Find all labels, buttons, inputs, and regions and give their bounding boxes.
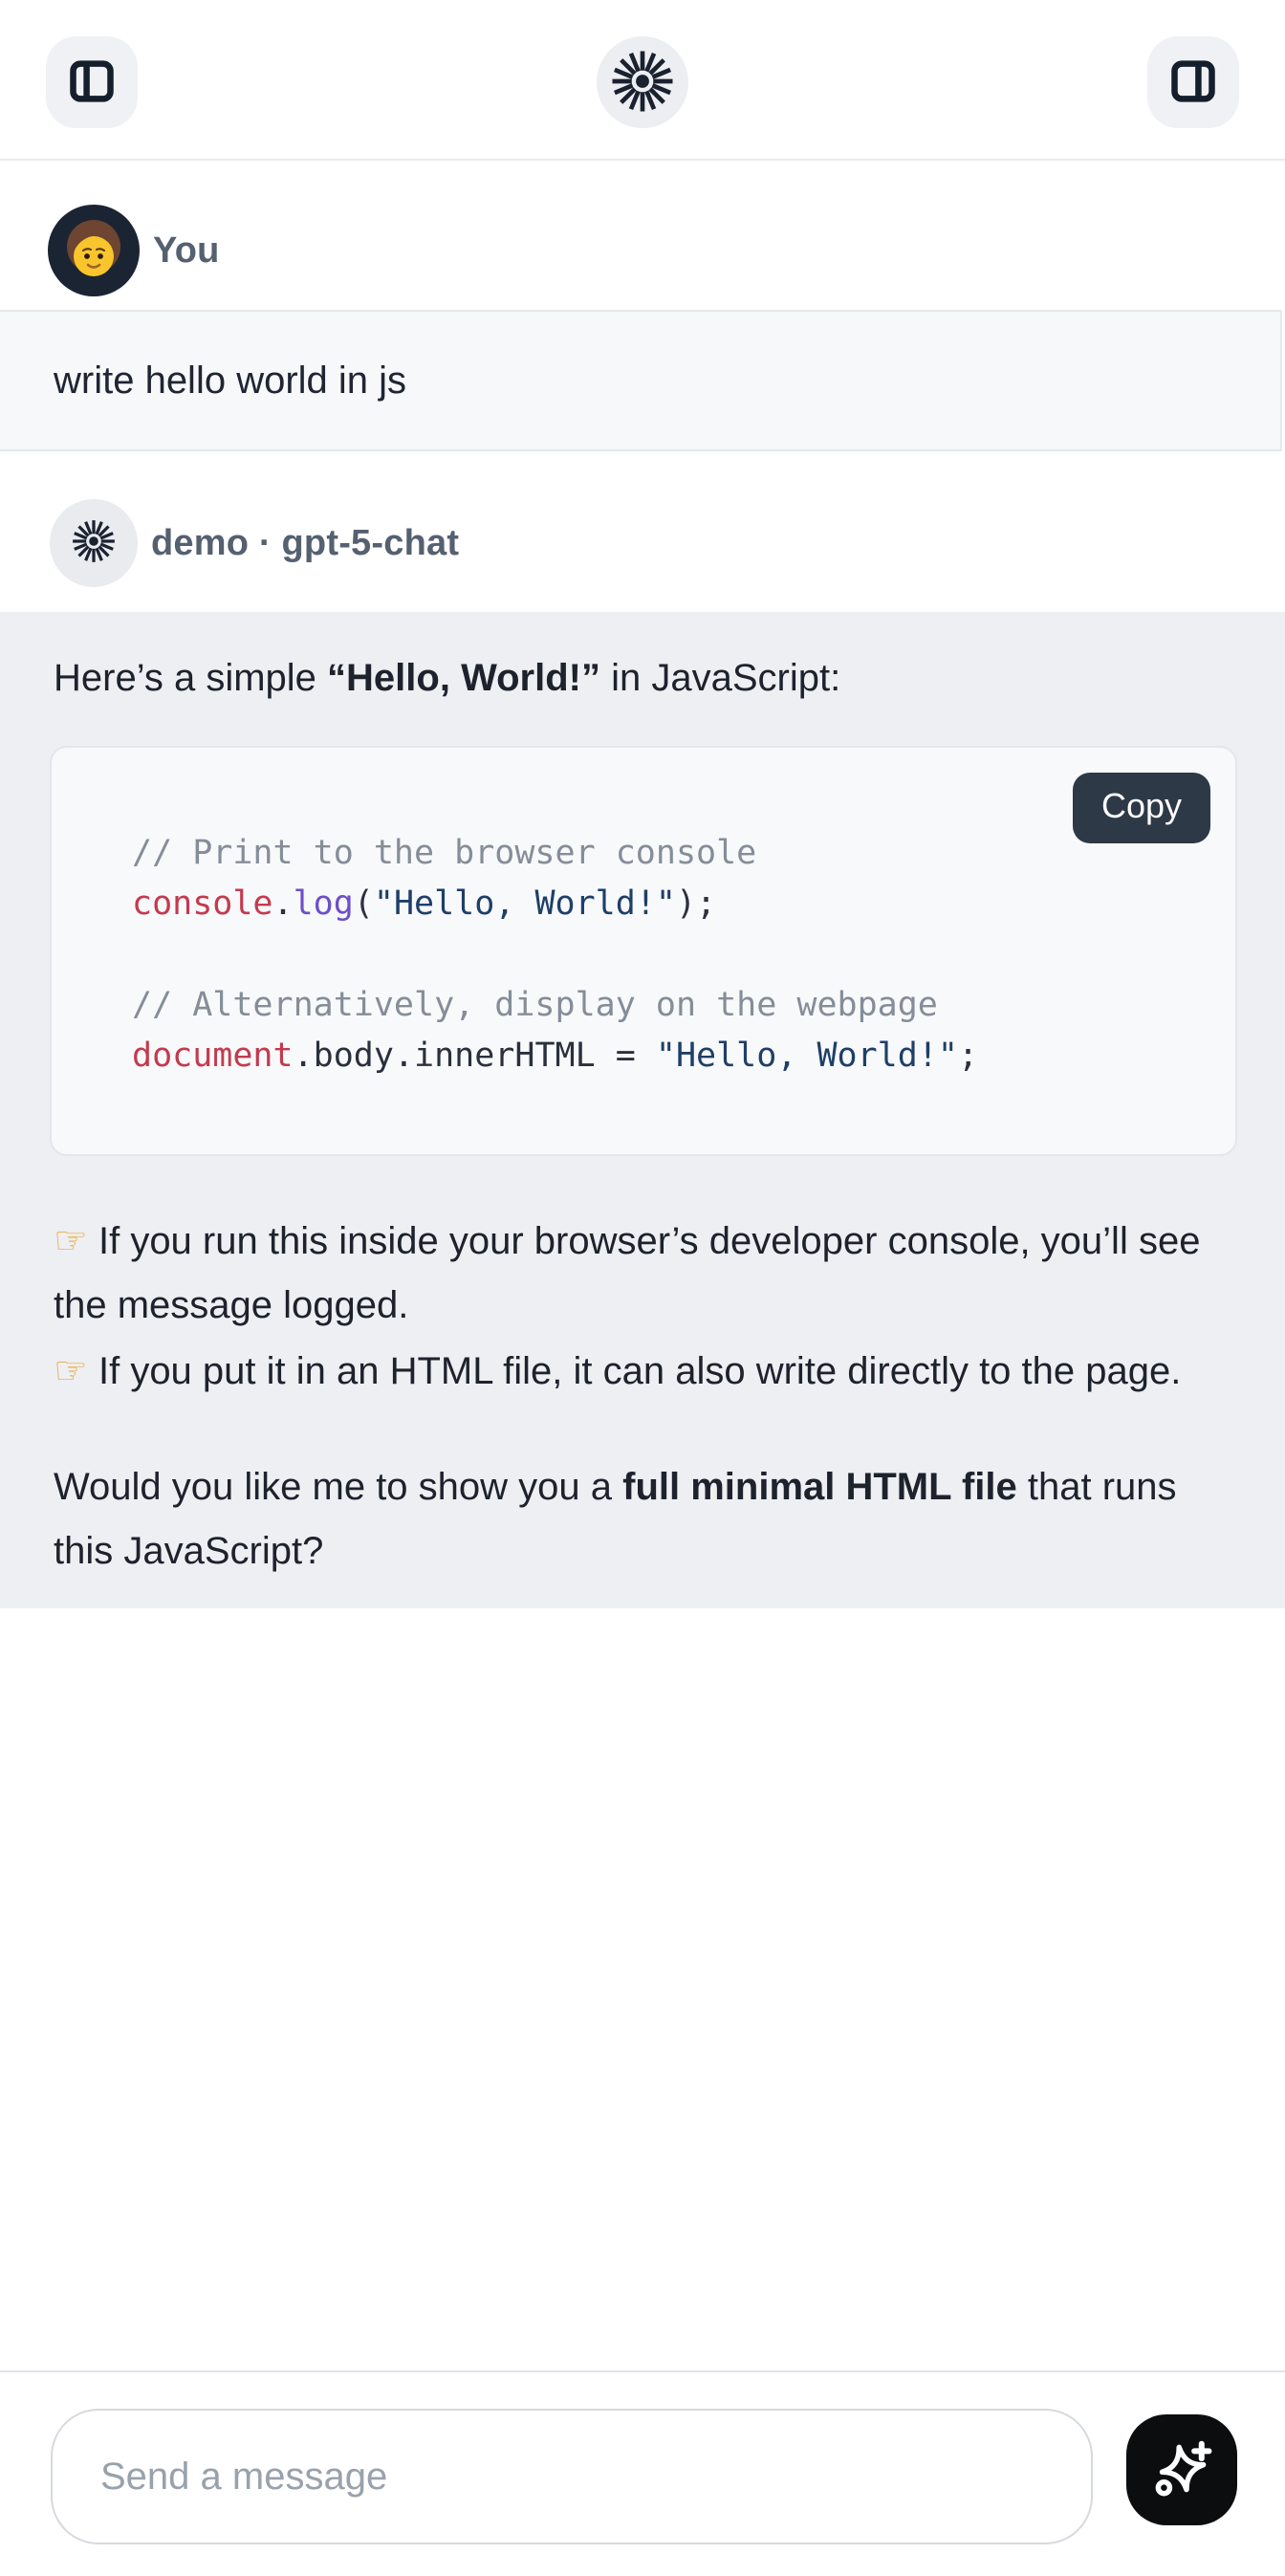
user-message-bubble: write hello world in js	[0, 310, 1282, 451]
sidebar-toggle-button[interactable]	[46, 36, 138, 128]
user-avatar	[48, 205, 140, 296]
assistant-note-html: ☞ If you put it in an HTML file, it can …	[54, 1340, 1237, 1404]
assistant-note-console: ☞ If you run this inside your browser’s …	[54, 1210, 1237, 1338]
user-message-text: write hello world in js	[54, 360, 406, 403]
top-bar	[0, 0, 1285, 161]
send-button[interactable]	[1126, 2414, 1237, 2525]
assistant-name-label: demo · gpt-5-chat	[151, 523, 459, 564]
starburst-avatar-icon	[70, 517, 118, 570]
code-block: Copy // Print to the browser consolecons…	[50, 746, 1237, 1156]
panel-left-icon	[67, 56, 117, 109]
assistant-intro-text: Here’s a simple “Hello, World!” in JavaS…	[54, 652, 1237, 704]
assistant-message-header: demo · gpt-5-chat	[0, 499, 1285, 587]
person-emoji-icon	[48, 205, 140, 296]
assistant-followup-question: Would you like me to show you a full min…	[54, 1455, 1237, 1583]
message-input[interactable]	[51, 2409, 1093, 2544]
sparkle-icon	[1148, 2435, 1215, 2505]
assistant-message: Here’s a simple “Hello, World!” in JavaS…	[0, 612, 1285, 1608]
panel-right-icon	[1168, 56, 1218, 109]
assistant-avatar	[50, 499, 138, 587]
right-panel-toggle-button[interactable]	[1147, 36, 1239, 128]
copy-button[interactable]: Copy	[1073, 773, 1210, 843]
starburst-icon	[608, 47, 677, 119]
model-badge-button[interactable]	[597, 36, 688, 128]
chat-app: You write hello world in js demo · gpt-5…	[0, 0, 1285, 2576]
code-content[interactable]: // Print to the browser consoleconsole.l…	[132, 828, 1197, 1081]
user-message-header: You	[0, 161, 1285, 310]
user-sender-label: You	[153, 230, 220, 272]
assistant-notes: ☞ If you run this inside your browser’s …	[54, 1210, 1237, 1404]
composer-bar	[0, 2370, 1285, 2576]
